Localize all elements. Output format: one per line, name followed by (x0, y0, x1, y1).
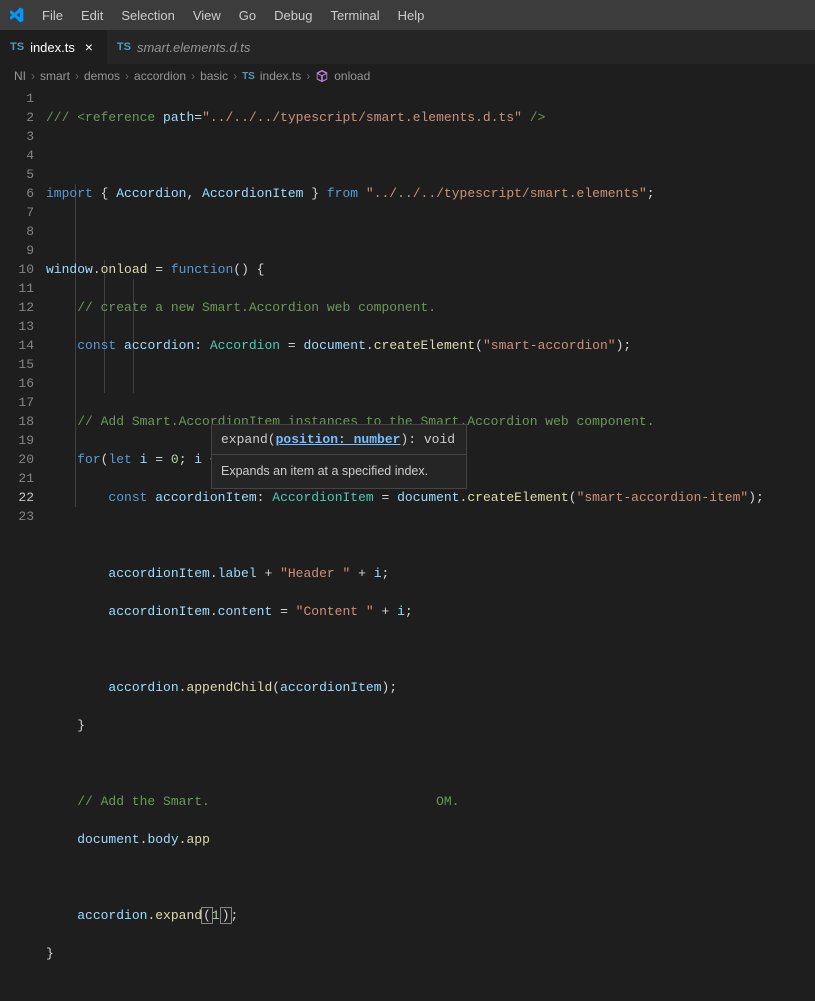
tab-label: index.ts (30, 40, 75, 55)
menu-edit[interactable]: Edit (73, 4, 111, 27)
line-numbers: 1234567891011121314151617181920212223 (0, 87, 46, 553)
breadcrumb-part[interactable]: demos (84, 69, 120, 83)
titlebar: File Edit Selection View Go Debug Termin… (0, 0, 815, 30)
breadcrumb-part[interactable]: basic (200, 69, 228, 83)
breadcrumb[interactable]: NI › smart › demos › accordion › basic ›… (0, 65, 815, 87)
chevron-right-icon: › (75, 69, 79, 83)
editor-tabs: TS index.ts × TS smart.elements.d.ts (0, 30, 815, 65)
menu-selection[interactable]: Selection (113, 4, 182, 27)
signature-help-tooltip: expand(position: number): void Expands a… (211, 424, 467, 489)
typescript-icon: TS (10, 41, 24, 53)
menu-view[interactable]: View (185, 4, 229, 27)
chevron-right-icon: › (306, 69, 310, 83)
typescript-icon: TS (117, 41, 131, 53)
menu-help[interactable]: Help (390, 4, 433, 27)
vscode-logo-icon (8, 7, 24, 23)
menu-terminal[interactable]: Terminal (322, 4, 387, 27)
close-icon[interactable]: × (81, 39, 97, 55)
code-editor[interactable]: 1234567891011121314151617181920212223 //… (0, 87, 815, 553)
breadcrumb-file[interactable]: index.ts (260, 69, 301, 83)
tab-label: smart.elements.d.ts (137, 40, 250, 55)
breadcrumb-part[interactable]: smart (40, 69, 70, 83)
method-icon (315, 69, 329, 83)
menu-go[interactable]: Go (231, 4, 264, 27)
tab-smart-elements[interactable]: TS smart.elements.d.ts (107, 30, 261, 64)
menu-debug[interactable]: Debug (266, 4, 320, 27)
typescript-icon: TS (242, 71, 255, 82)
tooltip-signature: expand(position: number): void (212, 425, 466, 455)
chevron-right-icon: › (31, 69, 35, 83)
tooltip-description: Expands an item at a specified index. (212, 455, 466, 488)
breadcrumb-part[interactable]: accordion (134, 69, 186, 83)
breadcrumb-symbol[interactable]: onload (334, 69, 370, 83)
menu-file[interactable]: File (34, 4, 71, 27)
main-menu: File Edit Selection View Go Debug Termin… (34, 4, 432, 27)
active-parameter: position: number (276, 432, 401, 447)
chevron-right-icon: › (191, 69, 195, 83)
chevron-right-icon: › (233, 69, 237, 83)
chevron-right-icon: › (125, 69, 129, 83)
tab-index-ts[interactable]: TS index.ts × (0, 30, 107, 64)
breadcrumb-root[interactable]: NI (14, 69, 26, 83)
